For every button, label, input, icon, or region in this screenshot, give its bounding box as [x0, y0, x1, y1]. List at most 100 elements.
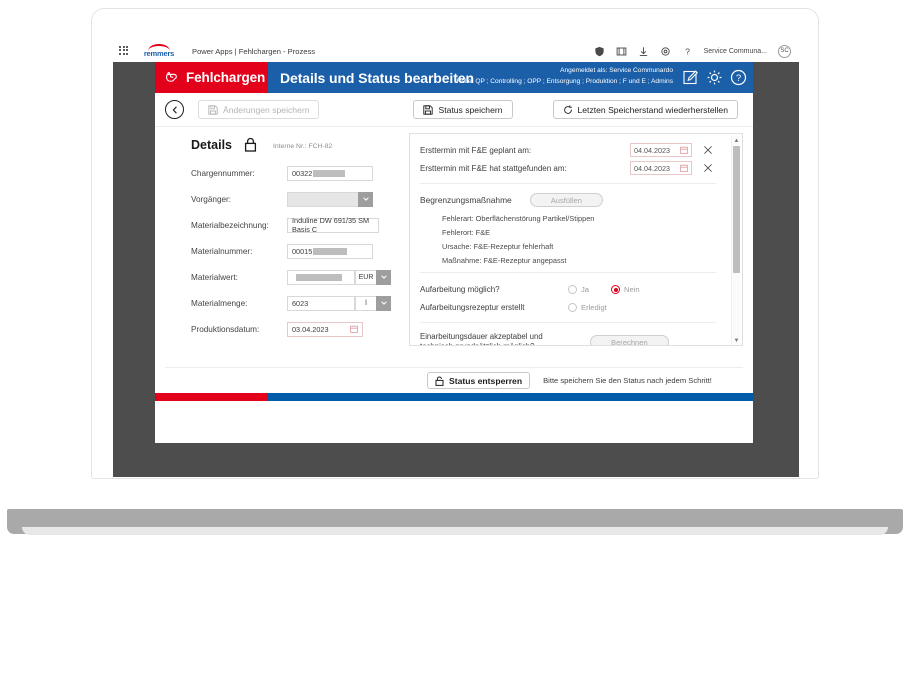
- form-row: Materialwert: EUR: [191, 267, 395, 287]
- restore-label: Letzten Speicherstand wiederherstellen: [577, 104, 728, 115]
- save-status-button[interactable]: Status speichern: [413, 100, 513, 119]
- browser-user-name: Service Communa...: [703, 47, 767, 55]
- vorgaenger-select[interactable]: [287, 191, 373, 207]
- radio-label: Ja: [581, 285, 590, 294]
- chargennummer-input[interactable]: 00322: [287, 165, 373, 181]
- calendar-icon[interactable]: [680, 164, 688, 172]
- save-changes-button[interactable]: Änderungen speichern: [198, 100, 320, 119]
- produktionsdatum-input[interactable]: 03.04.2023: [287, 321, 363, 337]
- radio-icon[interactable]: [568, 285, 577, 294]
- measure-detail: Fehlerart: Oberflächenstörung Partikel/S…: [442, 214, 595, 223]
- redaction-block: [313, 247, 348, 255]
- date-value: 04.04.2023: [634, 145, 670, 155]
- materialbezeichnung-input[interactable]: Induline DW 691/35 SM Basis C: [287, 216, 379, 234]
- lock-open-icon: [435, 376, 444, 386]
- radio-option-nein[interactable]: Nein: [611, 285, 640, 294]
- field-label: Vorgänger:: [191, 194, 232, 204]
- materialmenge-input[interactable]: 6023: [287, 295, 355, 311]
- field-label: Materialnummer:: [191, 246, 253, 256]
- download-icon[interactable]: [638, 46, 649, 57]
- ausfuellen-button[interactable]: Ausfüllen: [529, 193, 603, 207]
- gear-icon[interactable]: [660, 46, 671, 57]
- save-status-label: Status speichern: [438, 104, 503, 115]
- scroll-down-icon[interactable]: ▼: [732, 336, 741, 345]
- select-value: [287, 191, 358, 207]
- clear-icon[interactable]: [703, 163, 716, 173]
- form-row: Materialmenge: 6023 l: [191, 293, 395, 313]
- calendar-icon[interactable]: [680, 146, 688, 154]
- unlock-status-label: Status entsperren: [449, 375, 523, 386]
- page-title: Details und Status bearbeiten: [280, 69, 474, 86]
- window-icon[interactable]: [616, 46, 627, 57]
- app-title: Fehlchargen: [186, 70, 266, 85]
- unlock-status-button[interactable]: Status entsperren: [427, 372, 531, 389]
- chevron-down-icon[interactable]: [376, 269, 391, 285]
- aufarbeitung-moeglich-row: Aufarbeitung möglich? Ja Nein: [420, 282, 716, 297]
- begrenzungsmassnahme-row: Begrenzungsmaßnahme Ausfüllen: [420, 193, 716, 207]
- laptop-mockup: remmers Power Apps | Fehlchargen - Proze…: [0, 0, 910, 680]
- logo-wordmark: remmers: [143, 49, 175, 58]
- avatar[interactable]: SC: [778, 44, 791, 58]
- scrollbar-thumb[interactable]: [733, 146, 740, 273]
- radio-option-erledigt[interactable]: Erledigt: [568, 303, 607, 312]
- internal-number: Interne Nr.: FCH-82: [273, 143, 333, 150]
- save-changes-label: Änderungen speichern: [223, 104, 310, 115]
- ersttermin-stattgefunden-input[interactable]: 04.04.2023: [630, 161, 692, 175]
- chevron-down-icon[interactable]: [358, 191, 373, 207]
- lock-closed-icon[interactable]: [244, 137, 257, 152]
- radio-option-ja[interactable]: Ja: [568, 285, 589, 294]
- calendar-icon[interactable]: [350, 325, 358, 333]
- restore-button[interactable]: Letzten Speicherstand wiederherstellen: [552, 100, 738, 119]
- measure-detail: Maßnahme: F&E-Rezeptur angepasst: [442, 256, 567, 265]
- logged-in-as: Angemeldet als: Service Communardo: [560, 67, 673, 74]
- form-row: Chargennummer: 00322: [191, 163, 395, 183]
- chevron-down-icon[interactable]: [376, 295, 391, 311]
- field-value: 00015: [292, 246, 313, 256]
- radio-label: Erledigt: [581, 303, 607, 312]
- remmers-logo[interactable]: remmers: [138, 43, 180, 59]
- app-header: Fehlchargen Details und Status bearbeite…: [155, 62, 753, 93]
- browser-bar-actions: ? Service Communa... SC: [594, 44, 793, 58]
- materialwert-unit: EUR: [355, 269, 376, 285]
- scrollbar[interactable]: ▲ ▼: [731, 136, 740, 345]
- field-label: Materialmenge:: [191, 298, 248, 308]
- app-brand[interactable]: Fehlchargen: [155, 62, 268, 93]
- aufarbeitungsrezeptur-row: Aufarbeitungsrezeptur erstellt Erledigt: [420, 300, 716, 315]
- divider: [420, 183, 716, 184]
- begrenzungsmassnahme-label: Begrenzungsmaßnahme: [420, 195, 512, 205]
- form-row: Materialnummer: 00015: [191, 241, 395, 261]
- materialwert-input[interactable]: [287, 269, 355, 285]
- gear-icon[interactable]: [706, 69, 723, 86]
- help-icon[interactable]: ?: [730, 69, 747, 86]
- date-label: Ersttermin mit F&E geplant am:: [420, 145, 532, 155]
- berechnen-button[interactable]: Berechnen: [590, 335, 669, 345]
- date-value: 04.04.2023: [634, 163, 670, 173]
- svg-text:?: ?: [685, 46, 690, 56]
- radio-label: Nein: [624, 285, 640, 294]
- aufarbeitungsrezeptur-label: Aufarbeitungsrezeptur erstellt: [420, 303, 525, 312]
- app-launcher-icon[interactable]: [119, 45, 130, 57]
- header-actions: ?: [682, 62, 747, 93]
- radio-icon-selected[interactable]: [611, 285, 621, 294]
- laptop-base-lip: [22, 527, 888, 535]
- clear-icon[interactable]: [703, 145, 716, 155]
- scroll-up-icon[interactable]: ▲: [732, 136, 741, 145]
- materialmenge-unit: l: [355, 295, 376, 311]
- field-label: Materialwert:: [191, 272, 238, 282]
- status-date-row: Ersttermin mit F&E geplant am: 04.04.202…: [420, 142, 716, 158]
- status-panel: Ersttermin mit F&E geplant am: 04.04.202…: [409, 133, 743, 346]
- measure-detail: Fehlerort: F&E: [442, 228, 491, 237]
- hand-drop-icon: [163, 69, 180, 86]
- details-header: Details Interne Nr.: FCH-82: [191, 137, 395, 152]
- brand-bar: [155, 393, 753, 401]
- ersttermin-geplant-input[interactable]: 04.04.2023: [630, 143, 692, 157]
- header-user-info: Angemeldet als: Service Communardo Rolle…: [457, 65, 673, 87]
- shield-icon[interactable]: [594, 46, 605, 57]
- edit-icon[interactable]: [682, 69, 699, 86]
- form-row: Produktionsdatum: 03.04.2023: [191, 319, 395, 339]
- help-icon[interactable]: ?: [682, 46, 693, 57]
- radio-icon[interactable]: [568, 303, 577, 312]
- materialnummer-input[interactable]: 00015: [287, 243, 373, 259]
- footer-hint: Bitte speichern Sie den Status nach jede…: [543, 376, 712, 385]
- back-button[interactable]: [165, 100, 184, 119]
